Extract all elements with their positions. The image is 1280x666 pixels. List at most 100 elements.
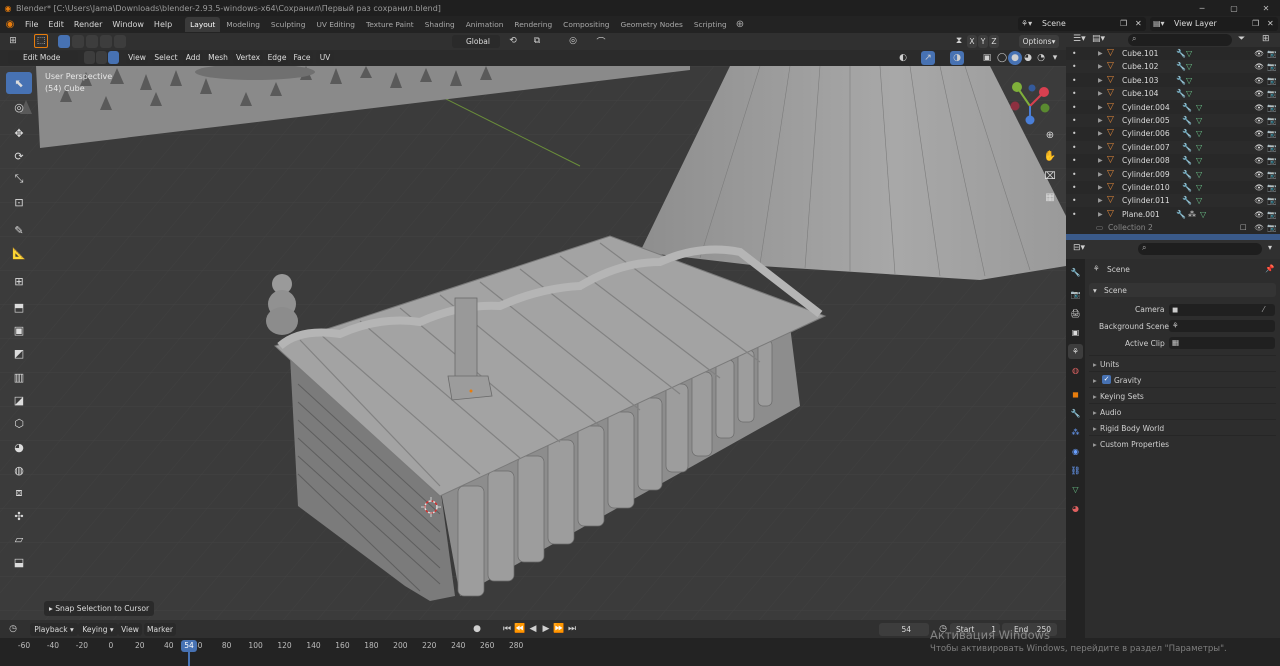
inset-tool-icon[interactable]: ▣ <box>6 319 32 341</box>
menu-vertex[interactable]: Vertex <box>233 51 263 64</box>
eyedropper-icon[interactable]: ⁄ <box>1263 305 1264 314</box>
wireframe-shading-icon[interactable]: ◯ <box>995 51 1009 65</box>
cursor-tool-icon[interactable]: ◎ <box>6 96 32 118</box>
select-tool-icon[interactable]: ⬉ <box>6 72 32 94</box>
outliner-row[interactable]: • ▶ ▽ Cylinder.011 🔧 ▽ 👁 📷 <box>1066 194 1280 208</box>
row-visibility-dot-icon[interactable]: • <box>1072 168 1076 181</box>
subpanel-rigid-body-world[interactable]: ▸ Rigid Body World <box>1089 419 1276 434</box>
annotate-tool-icon[interactable]: ✎ <box>6 219 32 241</box>
expand-arrow-icon[interactable]: ▶ <box>1098 168 1103 181</box>
render-camera-icon[interactable]: 📷 <box>1267 74 1276 87</box>
scene-panel-header[interactable]: ▾ Scene <box>1089 283 1276 297</box>
modifier-wrench-icon[interactable]: 🔧 <box>1182 154 1192 167</box>
modifier-wrench-icon[interactable]: 🔧 <box>1176 87 1186 100</box>
rotate-tool-icon[interactable]: ⟳ <box>6 145 32 167</box>
mesh-data-icon[interactable]: ▽ <box>1196 194 1202 207</box>
expand-arrow-icon[interactable]: ▶ <box>1098 101 1103 114</box>
collection-eye-icon[interactable]: 👁 <box>1254 221 1264 234</box>
outliner-row[interactable]: • ▶ ▽ Cylinder.006 🔧 ▽ 👁 📷 <box>1066 127 1280 141</box>
menu-marker[interactable]: Marker <box>144 623 176 636</box>
modifiers-tab-icon[interactable]: 🔧 <box>1068 406 1083 421</box>
add-cube-tool-icon[interactable]: ⊞ <box>6 270 32 292</box>
new-collection-icon[interactable]: ⊞ <box>1262 34 1270 44</box>
scene-tab-icon[interactable]: ⚘ <box>1068 344 1083 359</box>
background-scene-field[interactable]: ⚘ <box>1169 320 1275 332</box>
select-mode-extend-icon[interactable] <box>72 35 84 48</box>
particle-icon[interactable]: ⁂ <box>1188 208 1196 221</box>
zoom-icon[interactable]: ⊕ <box>1041 126 1059 144</box>
extrude-tool-icon[interactable]: ⬒ <box>6 296 32 318</box>
row-visibility-dot-icon[interactable]: • <box>1072 208 1076 221</box>
menu-timeline-view[interactable]: View <box>118 623 142 636</box>
menu-window[interactable]: Window <box>107 16 149 33</box>
render-camera-icon[interactable]: 📷 <box>1267 168 1276 181</box>
menu-edit[interactable]: Edit <box>43 16 69 33</box>
properties-editor-icon[interactable]: ⊟▾ <box>1073 243 1085 253</box>
overlay-toggle-icon[interactable]: ◑ <box>950 51 964 65</box>
properties-options-icon[interactable]: ▾ <box>1268 243 1272 252</box>
select-mode-new-icon[interactable] <box>58 35 70 48</box>
mesh-data-icon[interactable]: ▽ <box>1200 208 1206 221</box>
modifier-wrench-icon[interactable]: 🔧 <box>1182 101 1192 114</box>
output-tab-icon[interactable]: 🖨 <box>1068 306 1083 321</box>
mirror-x-toggle[interactable]: X <box>967 35 977 48</box>
bevel-tool-icon[interactable]: ◩ <box>6 342 32 364</box>
modifier-wrench-icon[interactable]: 🔧 <box>1182 141 1192 154</box>
jump-start-icon[interactable]: ⏮ <box>500 622 514 636</box>
pan-hand-icon[interactable]: ✋ <box>1041 147 1059 165</box>
measure-tool-icon[interactable]: 📐 <box>6 242 32 264</box>
camera-view-icon[interactable]: ⌧ <box>1041 167 1059 185</box>
row-visibility-dot-icon[interactable]: • <box>1072 194 1076 207</box>
outliner-row[interactable]: • ▶ ▽ Cylinder.010 🔧 ▽ 👁 📷 <box>1066 181 1280 194</box>
outliner-row[interactable]: • ▶ ▽ Cube.103 🔧 ▽ 👁 📷 <box>1066 73 1280 87</box>
tab-compositing[interactable]: Compositing <box>558 17 614 32</box>
edge-slide-tool-icon[interactable]: ⧈ <box>6 482 32 504</box>
spin-tool-icon[interactable]: ◕ <box>6 436 32 458</box>
tab-layout[interactable]: Layout <box>185 17 221 32</box>
pin-icon[interactable]: 📌 <box>1265 264 1274 273</box>
mirror-y-toggle[interactable]: Y <box>978 35 988 48</box>
jump-end-icon[interactable]: ⏭ <box>565 622 579 636</box>
row-visibility-dot-icon[interactable]: • <box>1072 127 1076 140</box>
outliner-editor-icon[interactable]: ☰▾ <box>1073 34 1086 44</box>
modifier-wrench-icon[interactable]: 🔧 <box>1182 181 1192 194</box>
menu-file[interactable]: File <box>20 16 43 33</box>
render-camera-icon[interactable]: 📷 <box>1267 60 1276 73</box>
3d-viewport[interactable]: User Perspective (54) Cube ▸ Snap Select… <box>0 66 1066 620</box>
modifier-wrench-icon[interactable]: 🔧 <box>1182 168 1192 181</box>
xray-toggle-icon[interactable]: ▣ <box>980 51 994 65</box>
eye-icon[interactable]: 👁 <box>1254 87 1264 100</box>
modifier-wrench-icon[interactable]: 🔧 <box>1176 208 1186 221</box>
subpanel-units[interactable]: ▸ Units <box>1089 355 1276 370</box>
proportional-edit-icon[interactable]: ◎ <box>566 34 580 48</box>
render-tab-icon[interactable]: 📷 <box>1068 287 1083 302</box>
play-reverse-icon[interactable]: ◀ <box>526 622 540 636</box>
camera-field[interactable]: ◼ ⁄ <box>1169 304 1275 316</box>
subpanel-gravity[interactable]: ▸ ✓ Gravity <box>1089 371 1276 386</box>
eye-icon[interactable]: 👁 <box>1254 168 1264 181</box>
row-visibility-dot-icon[interactable]: • <box>1072 114 1076 127</box>
remove-scene-icon[interactable]: ✕ <box>1135 17 1142 31</box>
menu-render[interactable]: Render <box>69 16 107 33</box>
expand-arrow-icon[interactable]: ▶ <box>1098 87 1103 100</box>
face-select-button[interactable] <box>108 51 119 64</box>
subpanel-keying-sets[interactable]: ▸ Keying Sets <box>1089 387 1276 402</box>
maximize-button[interactable]: ▢ <box>1218 0 1250 16</box>
render-camera-icon[interactable]: 📷 <box>1267 114 1276 127</box>
world-tab-icon[interactable]: ◍ <box>1068 363 1083 378</box>
render-camera-icon[interactable]: 📷 <box>1267 87 1276 100</box>
last-operator-panel[interactable]: ▸ Snap Selection to Cursor <box>44 601 155 616</box>
remove-view-layer-icon[interactable]: ✕ <box>1267 17 1274 31</box>
mesh-data-icon[interactable]: ▽ <box>1196 141 1202 154</box>
mesh-data-icon[interactable]: ▽ <box>1196 114 1202 127</box>
menu-uv[interactable]: UV <box>316 51 334 64</box>
tab-modeling[interactable]: Modeling <box>221 17 265 32</box>
expand-arrow-icon[interactable]: ▶ <box>1098 127 1103 140</box>
eye-icon[interactable]: 👁 <box>1254 74 1264 87</box>
menu-help[interactable]: Help <box>149 16 177 33</box>
render-camera-icon[interactable]: 📷 <box>1267 141 1276 154</box>
constraints-tab-icon[interactable]: ⛓ <box>1068 463 1083 478</box>
mesh-data-icon[interactable]: ▽ <box>1186 74 1192 87</box>
row-visibility-dot-icon[interactable]: • <box>1072 60 1076 73</box>
row-visibility-dot-icon[interactable]: • <box>1072 87 1076 100</box>
